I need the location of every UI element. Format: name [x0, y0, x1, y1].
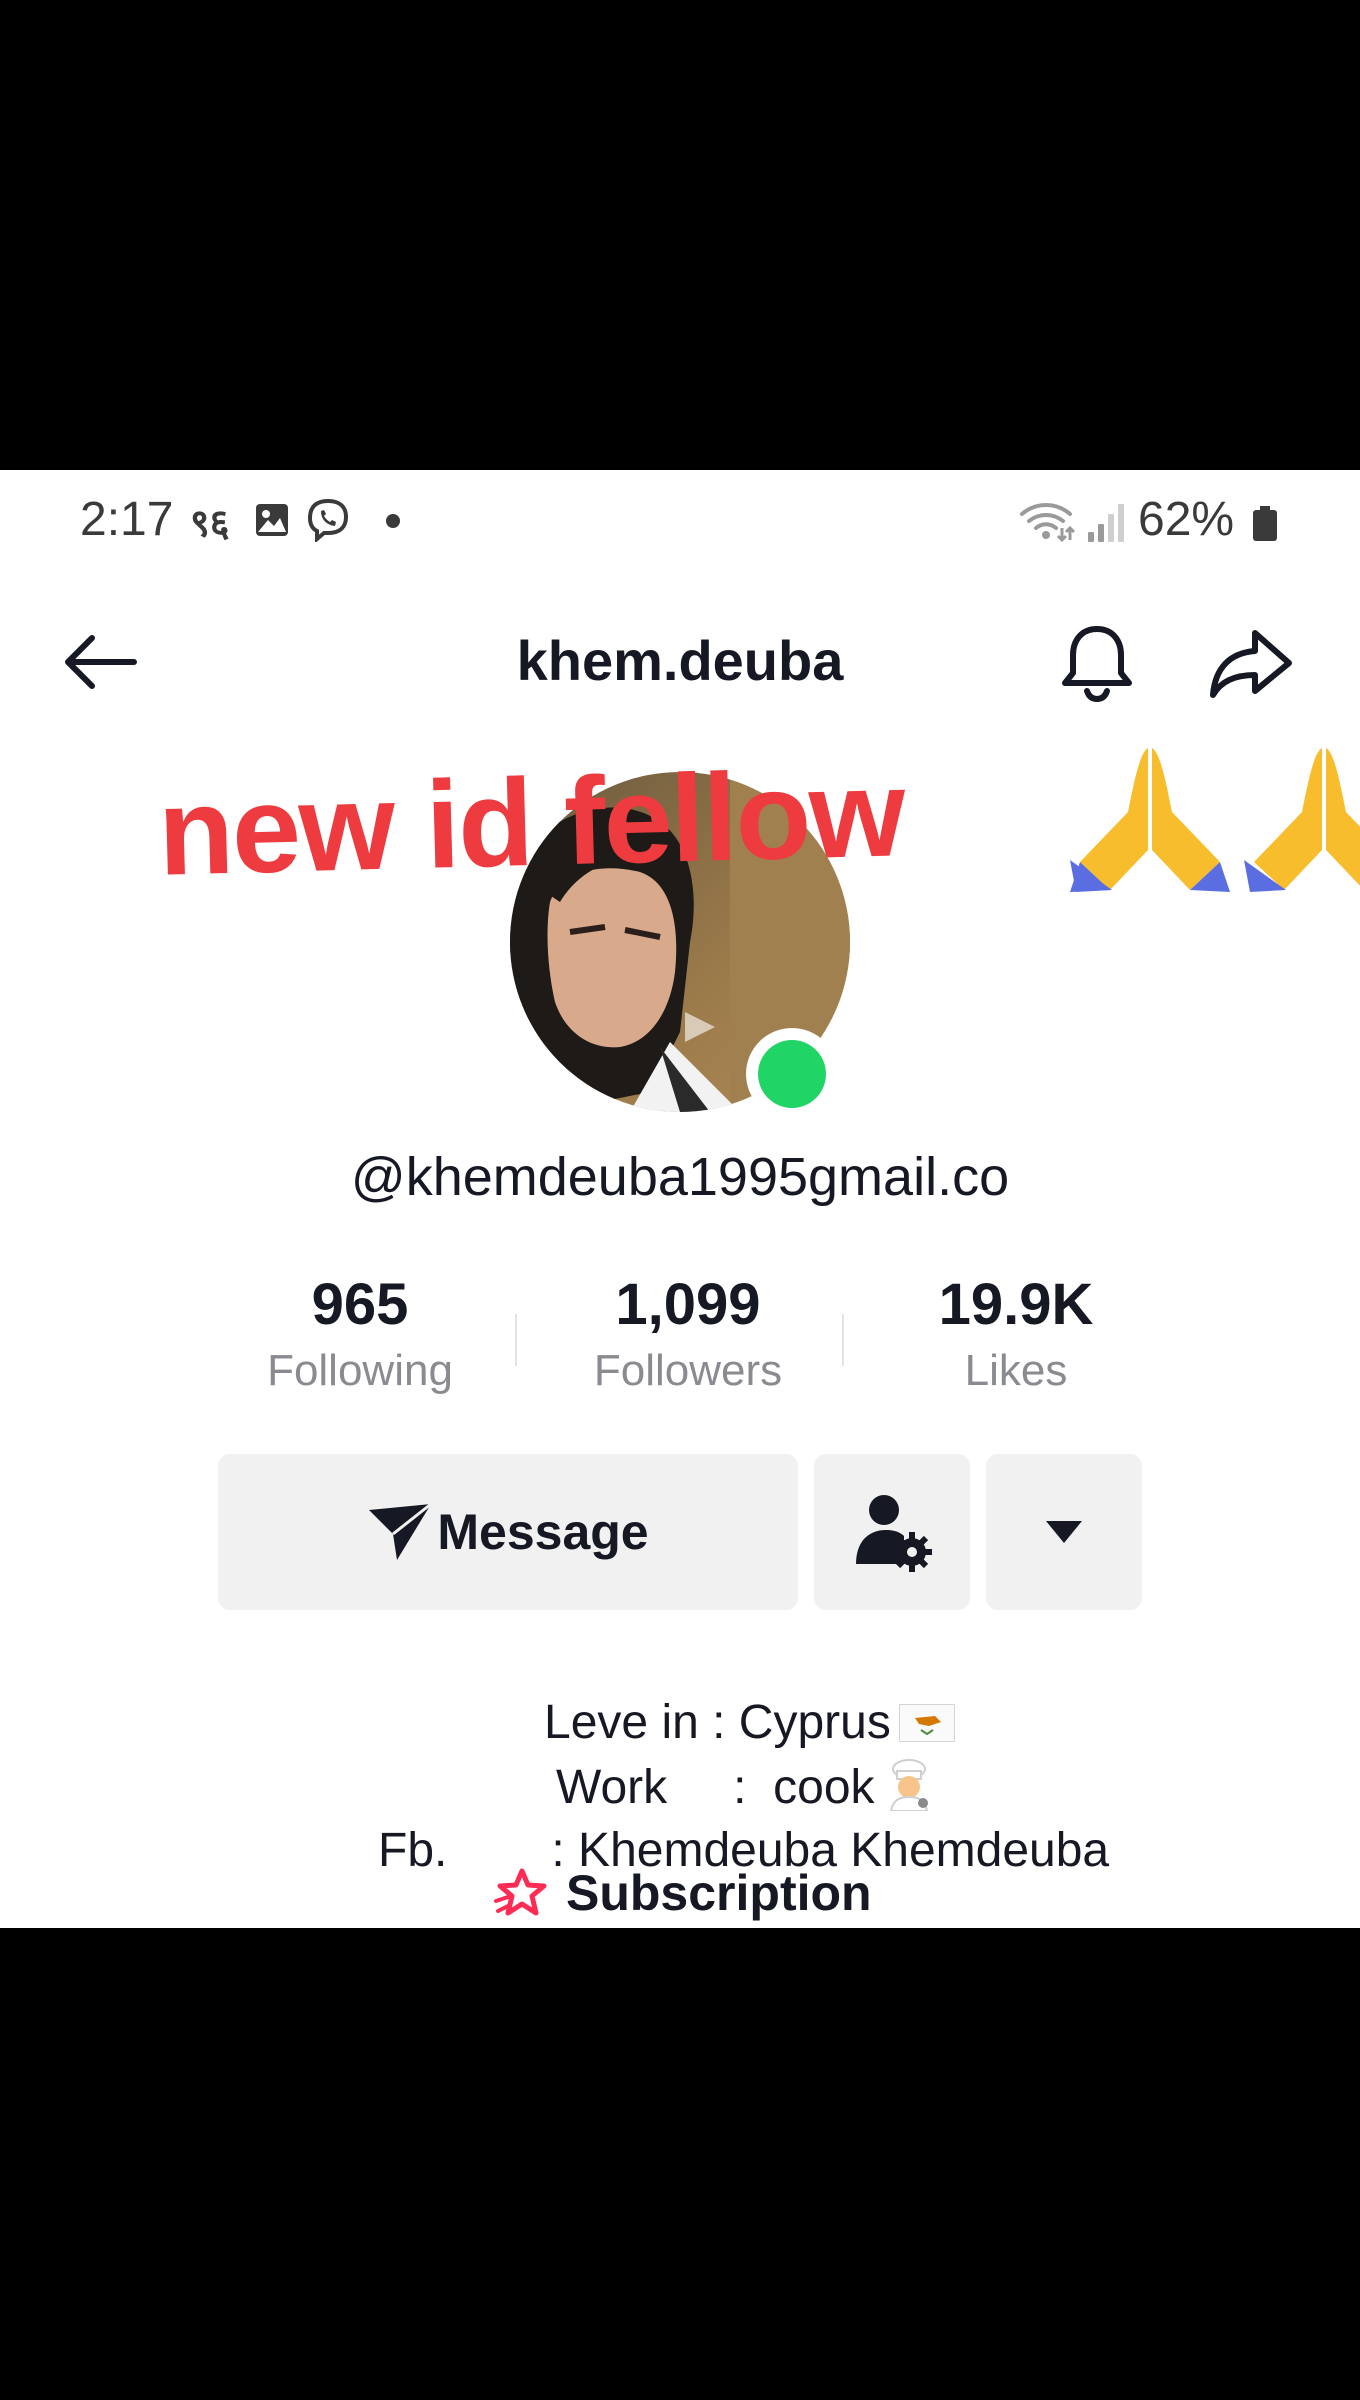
caret-down-icon — [1046, 1521, 1082, 1543]
battery-icon — [1253, 506, 1277, 541]
profile-stats: 965 Following 1,099 Followers 19.9K Like… — [196, 1270, 1180, 1410]
signal-icon — [1088, 504, 1124, 542]
stat-value: 1,099 — [615, 1272, 761, 1337]
stat-likes[interactable]: 19.9K Likes — [852, 1270, 1180, 1396]
stat-value: 19.9K — [938, 1272, 1094, 1337]
wifi-icon — [1020, 503, 1072, 530]
top-letterbox — [0, 0, 1360, 470]
message-button-label: Message — [437, 1504, 649, 1560]
bio-line-work: Work: cook — [476, 1704, 935, 1814]
subscription-star-icon — [494, 1868, 547, 1916]
stat-value: 965 — [311, 1272, 409, 1337]
message-button[interactable]: Message — [218, 1454, 798, 1610]
stat-divider — [842, 1314, 844, 1366]
status-bar: 2:17 ९६ 62% — [0, 470, 1360, 570]
header-title: khem.deuba — [516, 629, 844, 692]
username: @khemdeuba1995gmail.co — [350, 1147, 1010, 1207]
share-button[interactable] — [1206, 618, 1296, 708]
status-extra-text: ९६ — [190, 501, 230, 545]
wifi-signal-icons — [1020, 503, 1124, 543]
share-icon — [1210, 630, 1292, 698]
send-icon — [369, 1502, 433, 1560]
stat-label: Followers — [593, 1346, 783, 1395]
profile-header: khem.deuba — [0, 610, 1360, 720]
person-settings-icon — [856, 1495, 932, 1572]
viber-icon — [307, 498, 349, 542]
stat-following[interactable]: 965 Following — [196, 1270, 524, 1396]
profile-actions: Message — [218, 1454, 1142, 1610]
bio-fb-key: Fb. — [378, 1824, 448, 1877]
notifications-button[interactable] — [1052, 618, 1142, 708]
stat-label: Following — [267, 1346, 453, 1395]
stat-label: Likes — [964, 1346, 1068, 1395]
dot-icon — [386, 514, 400, 528]
stat-divider — [515, 1314, 517, 1366]
back-arrow-icon — [65, 635, 137, 689]
praying-hands-icon — [1070, 748, 1230, 892]
friend-settings-button[interactable] — [814, 1454, 970, 1610]
online-status-indicator — [746, 1028, 838, 1120]
gallery-icon — [256, 504, 288, 536]
stat-followers[interactable]: 1,099 Followers — [524, 1270, 852, 1396]
subscription-label: Subscription — [566, 1865, 872, 1921]
status-time: 2:17 — [80, 493, 174, 546]
battery-percent: 62% — [1138, 493, 1235, 546]
praying-hands-icon — [1244, 748, 1360, 892]
more-options-button[interactable] — [986, 1454, 1142, 1610]
bio-line-location: Leve in : Cyprus — [464, 1640, 955, 1749]
bio-line-fb: Fb.: Khemdeuba Khemdeuba — [298, 1768, 1109, 1877]
subscription-button[interactable]: Subscription — [494, 1860, 872, 1926]
back-button[interactable] — [56, 622, 144, 702]
bottom-letterbox — [0, 1928, 1360, 2400]
profile-screen: 2:17 ९६ 62% khem.deuba new id fellow @kh… — [0, 470, 1360, 1928]
bell-icon — [1062, 626, 1132, 703]
overlay-caption: new id fellow — [156, 744, 906, 902]
